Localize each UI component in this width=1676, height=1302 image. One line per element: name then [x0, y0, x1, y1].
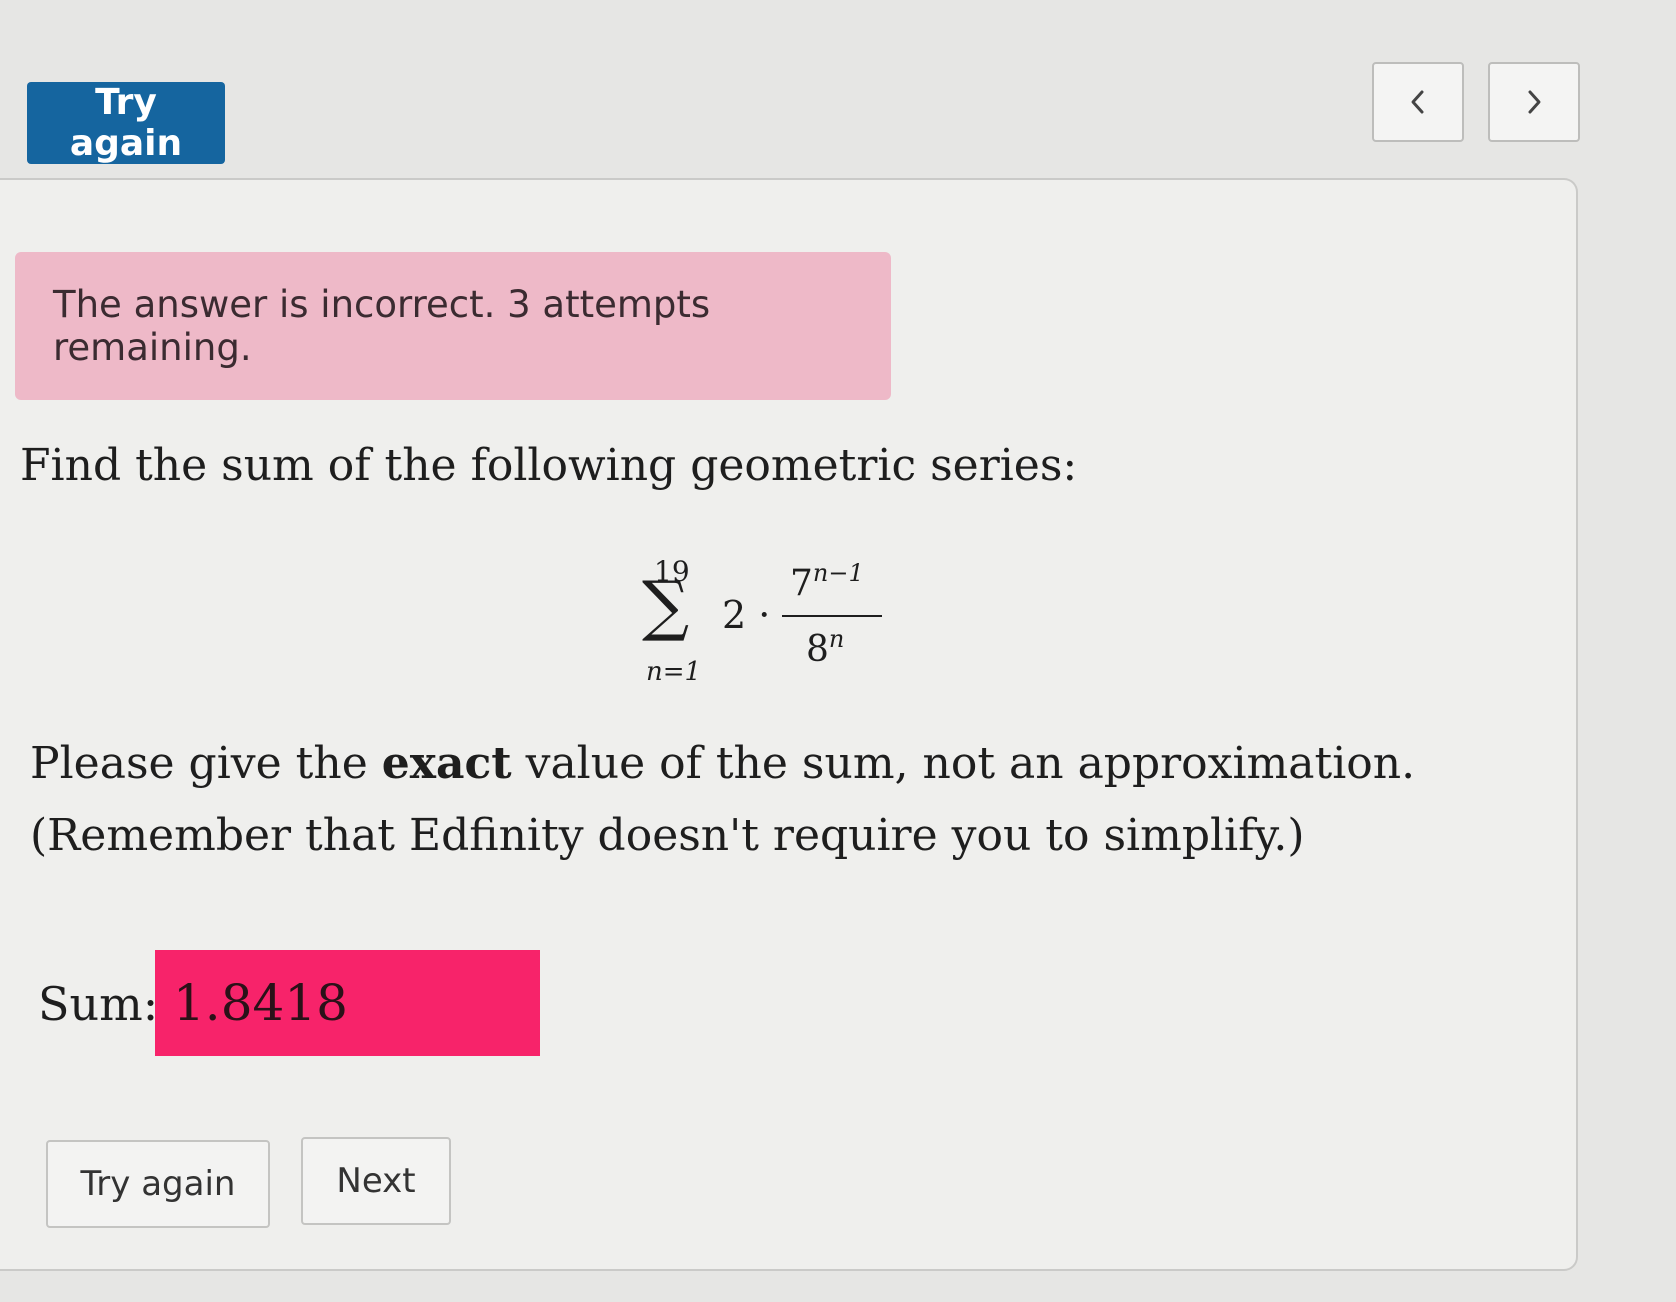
- question-instruction: Please give the exact value of the sum, …: [30, 728, 1510, 872]
- next-question-button[interactable]: [1488, 62, 1580, 142]
- chevron-right-icon: [1528, 90, 1541, 114]
- denominator-exponent: n: [828, 625, 845, 653]
- instruction-part-1: Please give the: [30, 738, 382, 789]
- try-again-button[interactable]: Try again: [46, 1140, 270, 1228]
- try-again-top-button[interactable]: Try again: [27, 82, 225, 164]
- sum-answer-value: 1.8418: [173, 974, 348, 1032]
- denominator-base: 8: [806, 629, 829, 670]
- instruction-emphasis: exact: [381, 738, 512, 789]
- chevron-left-icon: [1411, 90, 1424, 114]
- sum-label: Sum:: [38, 977, 159, 1031]
- alert-message: The answer is incorrect. 3 attempts rema…: [53, 283, 711, 369]
- fraction-bar: [782, 615, 882, 617]
- next-button[interactable]: Next: [301, 1137, 451, 1225]
- question-prompt: Find the sum of the following geometric …: [20, 440, 1078, 491]
- series-formula: 19 ∑ n=1 2 · 7n−1 8n: [640, 545, 900, 695]
- fraction-numerator: 7n−1: [790, 559, 864, 604]
- prev-question-button[interactable]: [1372, 62, 1464, 142]
- incorrect-alert: The answer is incorrect. 3 attempts rema…: [15, 252, 891, 400]
- numerator-exponent: n−1: [812, 559, 864, 587]
- fraction-denominator: 8n: [806, 625, 844, 670]
- sigma-symbol: ∑: [642, 567, 690, 644]
- coefficient: 2 ·: [722, 593, 771, 637]
- numerator-base: 7: [790, 563, 813, 604]
- sum-lower-limit: n=1: [646, 657, 702, 687]
- sum-answer-input[interactable]: 1.8418: [155, 950, 540, 1056]
